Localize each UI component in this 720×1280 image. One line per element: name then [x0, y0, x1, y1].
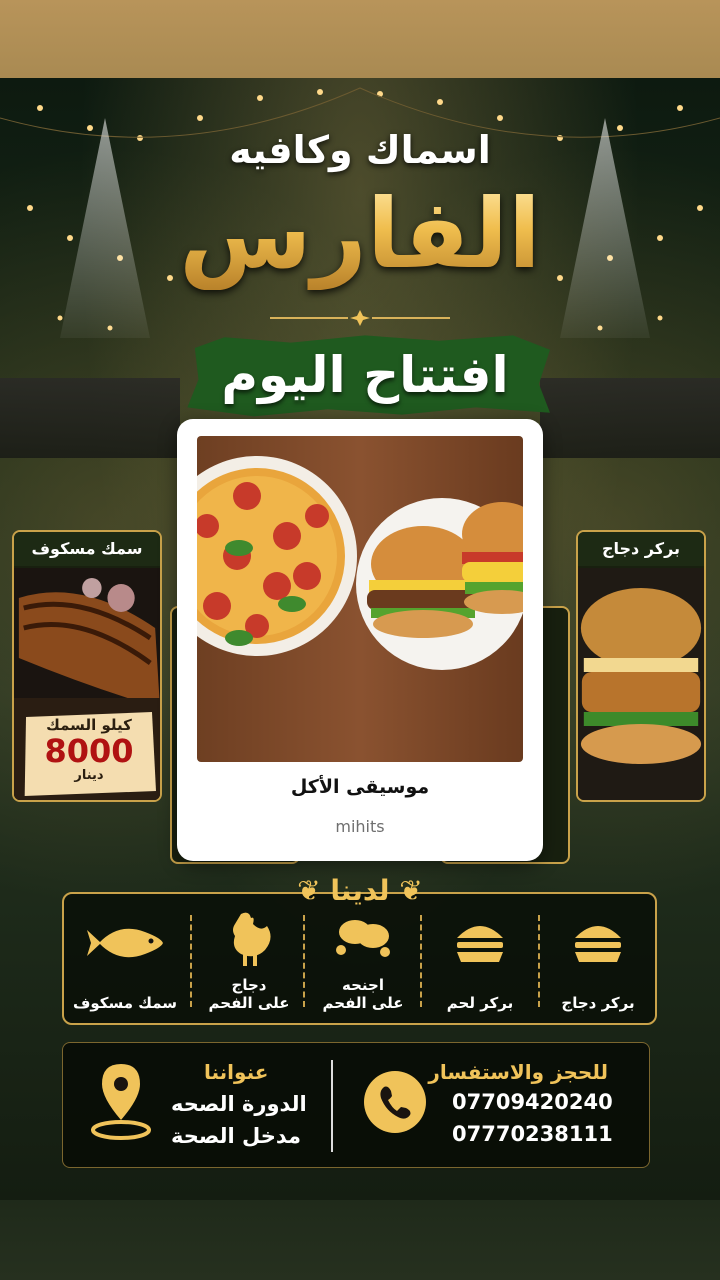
pizza-burger-image	[197, 436, 523, 762]
top-bar	[0, 0, 720, 78]
offers-title: ❦ لدينا ❦	[297, 874, 423, 907]
separator	[420, 915, 422, 1007]
subtitle: اسماك وكافيه	[229, 128, 491, 172]
chicken-wings-icon	[336, 920, 390, 957]
separator	[190, 915, 192, 1007]
offer-label: سمك مسكوف	[72, 994, 178, 1012]
leaf-icon: ❦	[297, 874, 331, 907]
offer-grilled-wings: اجنحه على الفحم	[308, 910, 418, 1020]
fish-icon	[87, 928, 163, 958]
offer-label: بركر لحم	[446, 994, 514, 1012]
phone-number[interactable]: 07770238111	[452, 1122, 613, 1146]
leaf-icon: ❦	[389, 874, 423, 907]
booking-title: للحجز والاستفسار	[428, 1060, 608, 1084]
offer-grilled-fish: سمك مسكوف	[70, 910, 180, 1020]
opening-text: افتتاح اليوم	[221, 346, 509, 404]
burger-icon	[457, 926, 503, 962]
address-line: مدخل الصحة	[171, 1124, 301, 1148]
burger-card: بركر دجاج	[576, 530, 706, 802]
location-pin-icon	[91, 1064, 151, 1140]
burger-icon	[575, 926, 621, 962]
offer-grilled-chicken: دجاج على الفحم	[194, 910, 304, 1020]
rooster-icon	[233, 912, 271, 966]
contact-divider	[331, 1060, 333, 1152]
price-amount: 8000	[44, 732, 134, 770]
crowd	[540, 378, 720, 458]
offer-label: بركر دجاج	[561, 994, 635, 1012]
offer-chicken-burger: بركر دجاج	[543, 910, 653, 1020]
offer-beef-burger: بركر لحم	[425, 910, 535, 1020]
music-card-title: موسيقى الأكل	[290, 776, 430, 798]
burger-card-label: بركر دجاج	[578, 532, 704, 566]
phone-number[interactable]: 07709420240	[452, 1090, 613, 1114]
crowd	[0, 378, 180, 458]
star-divider-icon	[270, 310, 450, 326]
fish-card-label: سمك مسكوف	[14, 532, 160, 566]
price-tag: كيلو السمك 8000 دينار	[24, 712, 156, 796]
bottom-bar	[0, 1200, 720, 1280]
address-line: الدورة الصحه	[171, 1092, 307, 1116]
address-title: عنواننا	[204, 1060, 269, 1084]
phone-icon	[364, 1071, 426, 1133]
music-card-subtitle: mihits	[335, 817, 385, 836]
offer-label: دجاج على الفحم	[208, 976, 290, 1012]
chicken-burger-image	[578, 568, 704, 800]
offer-label: اجنحه على الفحم	[322, 976, 404, 1012]
restaurant-name: الفارس	[0, 178, 720, 290]
separator	[538, 915, 540, 1007]
price-currency: دينار	[74, 768, 104, 783]
